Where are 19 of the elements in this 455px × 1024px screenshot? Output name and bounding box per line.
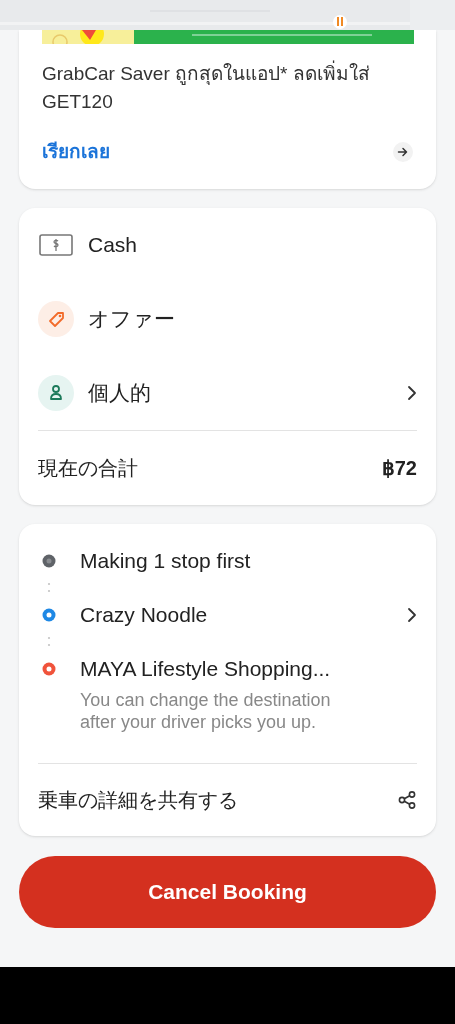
destination-note: You can change the destination after your driver picks you up. [80,688,332,733]
total-amount: ฿72 [381,455,417,481]
person-icon [38,374,74,411]
cancel-booking-button[interactable]: Cancel Booking [19,855,436,928]
book-now-link[interactable]: เรียกเลย [42,138,110,167]
share-icon[interactable] [397,789,417,810]
payment-option[interactable]: 個人的 [88,376,393,409]
cash-icon [39,232,73,257]
stop-name[interactable]: Making 1 stop first [80,544,417,577]
payment-option[interactable]: Cash [88,228,417,261]
total-label: 現在の合計 [38,455,138,481]
chevron-icon [407,384,417,401]
share-trip-label[interactable]: 乗車の詳細を共有する [38,784,238,815]
chevron-icon [407,606,417,623]
promo-title: GrabCar Saver ถูกสุดในแอป* ลดเพิ่มใส่ GET120 [42,60,413,116]
tag-icon [38,300,74,337]
payment-option[interactable]: オファー [88,302,417,335]
stop-name[interactable]: Crazy Noodle [80,598,407,631]
stop-name[interactable]: MAYA Lifestyle Shopping... [80,652,417,685]
